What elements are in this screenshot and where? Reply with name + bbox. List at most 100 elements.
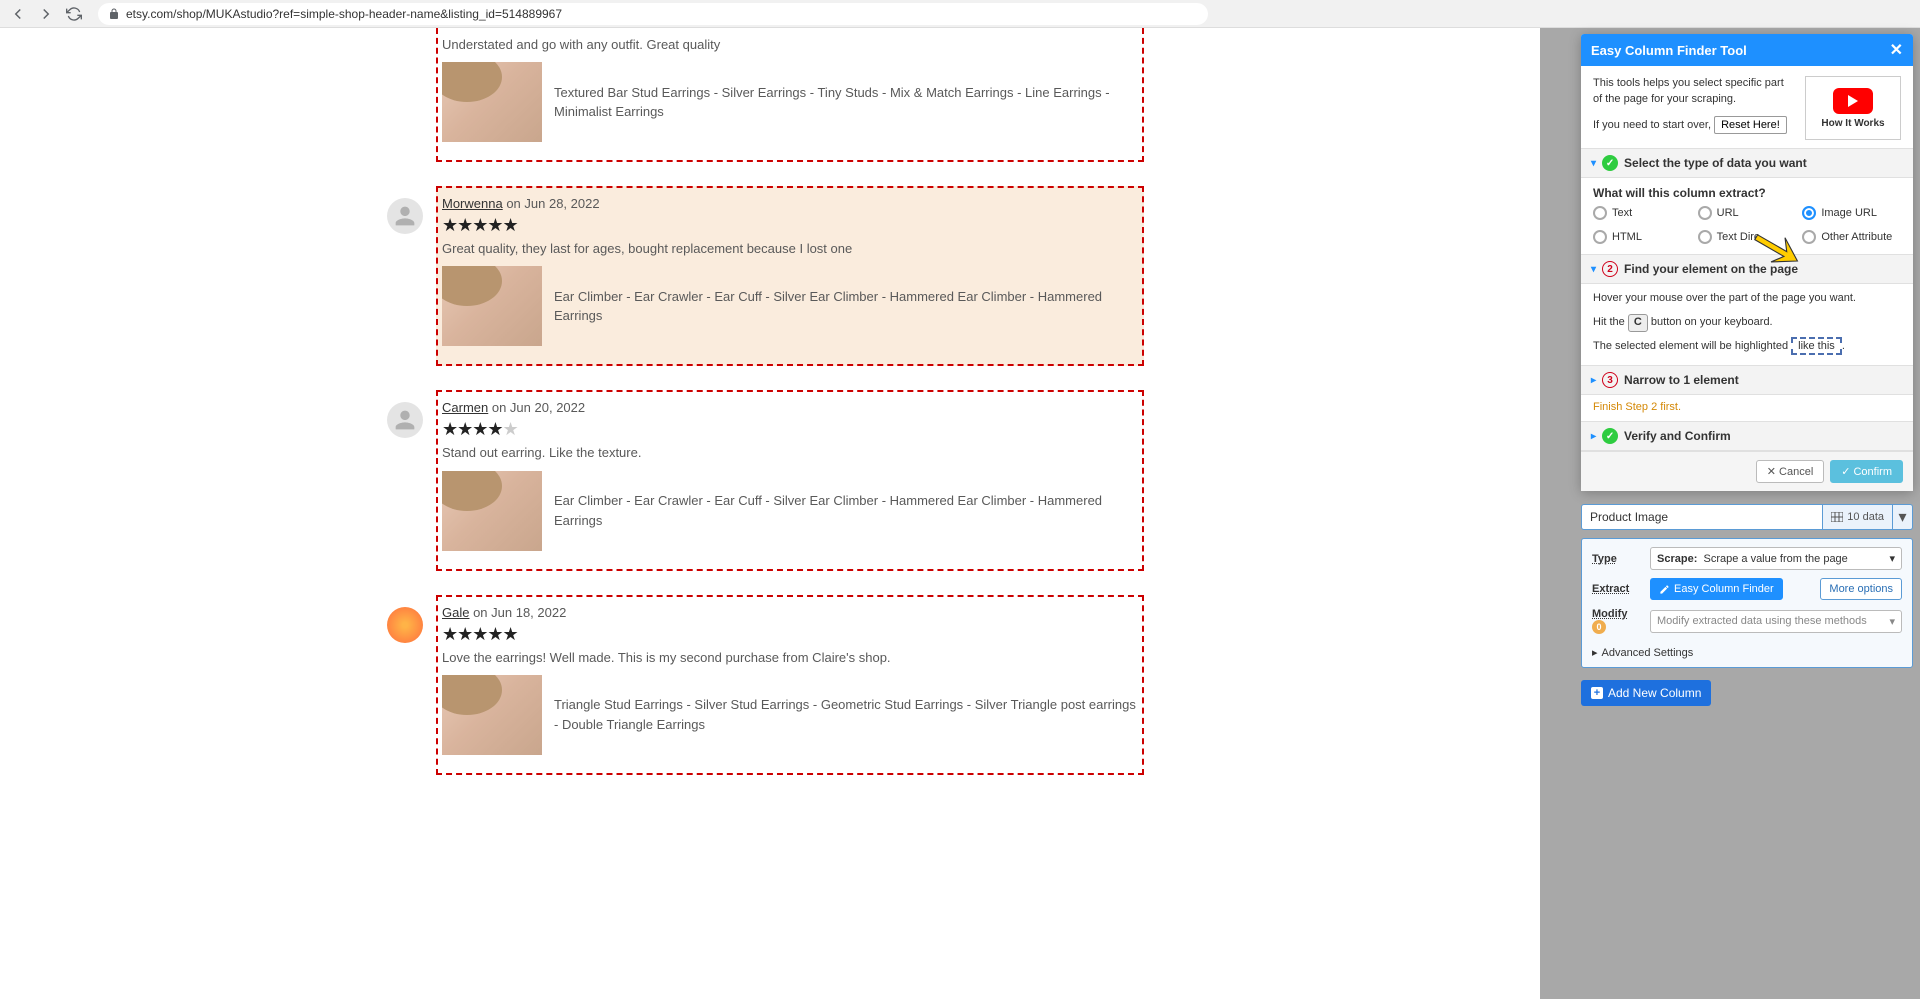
type-label: Type bbox=[1592, 553, 1642, 565]
star-rating: ★★★★★ bbox=[438, 620, 1142, 645]
grid-icon bbox=[1831, 512, 1843, 522]
highlight-example: like this bbox=[1791, 337, 1842, 355]
product-row[interactable]: Textured Bar Stud Earrings - Silver Earr… bbox=[438, 62, 1142, 142]
how-it-works-label: How It Works bbox=[1821, 118, 1884, 129]
youtube-play-icon bbox=[1833, 88, 1873, 114]
step4-badge: ✓ bbox=[1602, 428, 1618, 444]
star-rating: ★★★★★ bbox=[438, 211, 1142, 236]
address-bar[interactable]: etsy.com/shop/MUKAstudio?ref=simple-shop… bbox=[98, 3, 1208, 25]
column-finder-panel: Easy Column Finder Tool ✕ This tools hel… bbox=[1581, 34, 1913, 491]
product-thumbnail[interactable] bbox=[442, 675, 542, 755]
panel-title-text: Easy Column Finder Tool bbox=[1591, 43, 1747, 58]
review-block[interactable]: Carmen on Jun 20, 2022★★★★★Stand out ear… bbox=[436, 390, 1144, 570]
radio-html[interactable]: HTML bbox=[1593, 230, 1692, 244]
extract-type-radios: Text URL Image URL HTML Text Dire Other … bbox=[1593, 206, 1901, 254]
chevron-down-icon: ▾ bbox=[1591, 264, 1596, 275]
easy-column-finder-button[interactable]: Easy Column Finder bbox=[1650, 578, 1783, 600]
modify-count-badge: 0 bbox=[1592, 620, 1606, 634]
chevron-right-icon: ▸ bbox=[1591, 431, 1596, 442]
forward-button[interactable] bbox=[36, 4, 56, 24]
radio-other-attribute[interactable]: Other Attribute bbox=[1802, 230, 1901, 244]
chevron-down-icon: ▾ bbox=[1889, 615, 1895, 628]
browser-toolbar: etsy.com/shop/MUKAstudio?ref=simple-shop… bbox=[0, 0, 1920, 28]
step3-title: Narrow to 1 element bbox=[1624, 373, 1739, 387]
chevron-down-icon: ▾ bbox=[1889, 552, 1895, 565]
panel-header: Easy Column Finder Tool ✕ bbox=[1581, 34, 1913, 66]
reset-button[interactable]: Reset Here! bbox=[1714, 116, 1787, 134]
page-content: Understated and go with any outfit. Grea… bbox=[0, 28, 1920, 999]
column-name-input[interactable]: Product Image bbox=[1581, 504, 1823, 530]
more-options-button[interactable]: More options bbox=[1820, 578, 1902, 600]
star-rating: ★★★★★ bbox=[438, 415, 1142, 440]
column-settings: Product Image 10 data ▾ Type Scrape: Scr… bbox=[1581, 504, 1913, 706]
review-block[interactable]: Gale on Jun 18, 2022★★★★★Love the earrin… bbox=[436, 595, 1144, 775]
lock-icon bbox=[108, 8, 120, 20]
product-thumbnail[interactable] bbox=[442, 62, 542, 142]
back-button[interactable] bbox=[8, 4, 28, 24]
product-title[interactable]: Ear Climber - Ear Crawler - Ear Cuff - S… bbox=[554, 287, 1142, 326]
modify-select[interactable]: Modify extracted data using these method… bbox=[1650, 610, 1902, 633]
extract-label: Extract bbox=[1592, 583, 1642, 595]
review-block[interactable]: Morwenna on Jun 28, 2022★★★★★Great quali… bbox=[436, 186, 1144, 366]
chevron-right-icon: ▸ bbox=[1591, 375, 1596, 386]
chevron-right-icon: ▸ bbox=[1592, 646, 1598, 659]
product-thumbnail[interactable] bbox=[442, 266, 542, 346]
data-count-badge[interactable]: 10 data bbox=[1823, 504, 1893, 530]
reviewer-avatar[interactable] bbox=[387, 402, 423, 438]
type-select[interactable]: Scrape: Scrape a value from the page ▾ bbox=[1650, 547, 1902, 570]
step2-body: Hover your mouse over the part of the pa… bbox=[1593, 284, 1901, 365]
plus-icon: + bbox=[1591, 687, 1603, 699]
cancel-button[interactable]: ✕ Cancel bbox=[1756, 460, 1824, 483]
step1-header[interactable]: ▾ ✓ Select the type of data you want bbox=[1581, 148, 1913, 178]
product-row[interactable]: Ear Climber - Ear Crawler - Ear Cuff - S… bbox=[438, 266, 1142, 346]
column-dropdown-toggle[interactable]: ▾ bbox=[1893, 504, 1913, 530]
product-thumbnail[interactable] bbox=[442, 471, 542, 551]
modify-label: Modify 0 bbox=[1592, 608, 1642, 634]
reviewer-avatar[interactable] bbox=[387, 607, 423, 643]
advanced-settings-toggle[interactable]: ▸ Advanced Settings bbox=[1592, 642, 1902, 659]
product-title[interactable]: Triangle Stud Earrings - Silver Stud Ear… bbox=[554, 695, 1142, 734]
step4-header[interactable]: ▸ ✓ Verify and Confirm bbox=[1581, 421, 1913, 451]
radio-text[interactable]: Text bbox=[1593, 206, 1692, 220]
reviewer-link[interactable]: Morwenna bbox=[442, 196, 503, 211]
keycap-c: C bbox=[1628, 314, 1648, 332]
chevron-down-icon: ▾ bbox=[1591, 158, 1596, 169]
intro-line1: This tools helps you select specific par… bbox=[1593, 76, 1795, 108]
confirm-button[interactable]: ✓ Confirm bbox=[1830, 460, 1903, 483]
review-text: Love the earrings! Well made. This is my… bbox=[438, 645, 1142, 675]
review-header: Gale on Jun 18, 2022 bbox=[438, 597, 1142, 620]
product-title[interactable]: Textured Bar Stud Earrings - Silver Earr… bbox=[554, 83, 1142, 122]
panel-footer: ✕ Cancel ✓ Confirm bbox=[1581, 451, 1913, 491]
reviewer-avatar[interactable] bbox=[387, 198, 423, 234]
step2-badge: 2 bbox=[1602, 261, 1618, 277]
step1-badge: ✓ bbox=[1602, 155, 1618, 171]
review-header: Morwenna on Jun 28, 2022 bbox=[438, 188, 1142, 211]
reviewer-link[interactable]: Carmen bbox=[442, 400, 488, 415]
review-header: Carmen on Jun 20, 2022 bbox=[438, 392, 1142, 415]
radio-image-url[interactable]: Image URL bbox=[1802, 206, 1901, 220]
intro-text: This tools helps you select specific par… bbox=[1593, 76, 1795, 140]
step4-title: Verify and Confirm bbox=[1624, 429, 1731, 443]
product-row[interactable]: Triangle Stud Earrings - Silver Stud Ear… bbox=[438, 675, 1142, 755]
review-text: Understated and go with any outfit. Grea… bbox=[438, 28, 1142, 62]
step3-warning: Finish Step 2 first. bbox=[1593, 395, 1901, 421]
reload-button[interactable] bbox=[64, 4, 84, 24]
url-text: etsy.com/shop/MUKAstudio?ref=simple-shop… bbox=[126, 7, 562, 21]
step3-badge: 3 bbox=[1602, 372, 1618, 388]
add-new-column-button[interactable]: + Add New Column bbox=[1581, 680, 1711, 706]
product-title[interactable]: Ear Climber - Ear Crawler - Ear Cuff - S… bbox=[554, 491, 1142, 530]
reviewer-link[interactable]: Gale bbox=[442, 605, 469, 620]
reviews-list: Understated and go with any outfit. Grea… bbox=[436, 28, 1144, 799]
close-icon[interactable]: ✕ bbox=[1890, 40, 1903, 60]
step3-header[interactable]: ▸ 3 Narrow to 1 element bbox=[1581, 365, 1913, 395]
pencil-icon bbox=[1659, 584, 1670, 595]
product-row[interactable]: Ear Climber - Ear Crawler - Ear Cuff - S… bbox=[438, 471, 1142, 551]
review-text: Stand out earring. Like the texture. bbox=[438, 440, 1142, 470]
step1-subquestion: What will this column extract? bbox=[1593, 178, 1901, 206]
step1-title: Select the type of data you want bbox=[1624, 156, 1807, 170]
restart-text: If you need to start over, bbox=[1593, 119, 1711, 131]
review-block[interactable]: Understated and go with any outfit. Grea… bbox=[436, 28, 1144, 162]
how-it-works-video[interactable]: How It Works bbox=[1805, 76, 1901, 140]
step2-line1: Hover your mouse over the part of the pa… bbox=[1593, 290, 1901, 308]
review-text: Great quality, they last for ages, bough… bbox=[438, 236, 1142, 266]
